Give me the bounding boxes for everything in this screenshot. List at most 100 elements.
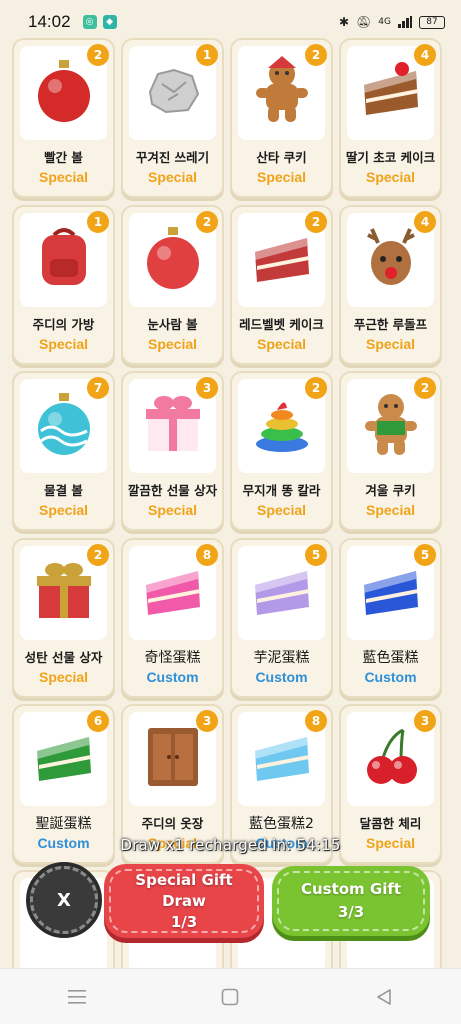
count-badge: 2	[414, 377, 436, 399]
wave-ornament-icon	[33, 391, 95, 461]
navigation-bar	[0, 968, 461, 1024]
recharge-timer: Draw x1 recharged in: 54:15	[120, 836, 341, 854]
custom-gift-label: Custom Gift	[300, 880, 402, 898]
gift-name: 芋泥蛋糕	[253, 650, 310, 666]
red-velvet-cake-icon	[249, 228, 315, 292]
taro-cake-icon	[249, 561, 315, 625]
gift-name: 주디의 옷장	[141, 816, 204, 831]
gift-name: 성탄 선물 상자	[24, 650, 103, 665]
gift-name: 달콤한 체리	[359, 816, 422, 831]
gift-card[interactable]: 7 물결 볼 Special	[12, 371, 115, 531]
status-icons: ✱ 🔕︎ 4G 87	[339, 15, 445, 29]
gift-name: 聖誕蛋糕	[35, 816, 92, 832]
gift-name: 딸기 초코 케이크	[345, 150, 436, 165]
gift-type: Special	[365, 336, 416, 352]
gift-name: 물결 볼	[44, 483, 83, 498]
count-badge: 3	[196, 377, 218, 399]
count-badge: 3	[196, 710, 218, 732]
special-draw-count: 1/3	[170, 912, 198, 931]
count-badge: 2	[305, 377, 327, 399]
item-grid: 2 빨간 볼 Special 1 꾸겨진 쓰레기 Special 2 산타 쿠키 Special…	[12, 38, 449, 970]
gift-box-icon	[142, 393, 204, 459]
gift-card[interactable]: 5 藍色蛋糕 Custom	[339, 538, 442, 698]
count-badge: 7	[87, 377, 109, 399]
gift-type: Special	[38, 502, 89, 518]
network-label: 4G	[378, 17, 391, 27]
menu-icon[interactable]	[57, 982, 97, 1012]
light-blue-cake-icon	[249, 727, 315, 791]
christmas-cake-icon	[31, 727, 97, 791]
red-ornament-icon	[33, 58, 95, 128]
gift-type: Special	[38, 669, 89, 685]
home-icon[interactable]	[210, 982, 250, 1012]
gift-card[interactable]: 2 겨울 쿠키 Special	[339, 371, 442, 531]
app-notification-icon: ◎	[82, 15, 97, 29]
gift-card[interactable]: 1 주디의 가방 Special	[12, 205, 115, 365]
count-badge: 2	[87, 44, 109, 66]
cherry-icon	[361, 726, 421, 792]
gift-card[interactable]: 3 깔끔한 선물 상자 Special	[121, 371, 224, 531]
gift-card[interactable]: 2 성탄 선물 상자 Special	[12, 538, 115, 698]
close-button[interactable]: X	[26, 862, 102, 938]
count-badge: 5	[414, 544, 436, 566]
gift-type: Custom	[364, 669, 417, 685]
gift-card[interactable]: 2 무지개 똥 칼라 Special	[230, 371, 333, 531]
gift-name: 주디의 가방	[32, 317, 95, 332]
gift-card[interactable]: 2 레드벨벳 케이크 Special	[230, 205, 333, 365]
red-backpack-icon	[36, 225, 92, 295]
gift-name: 奇怪蛋糕	[144, 650, 201, 666]
gift-name: 藍色蛋糕	[362, 650, 419, 666]
count-badge: 8	[305, 710, 327, 732]
gift-type: Special	[38, 336, 89, 352]
gift-name: 산타 쿠키	[256, 150, 307, 165]
gift-type: Special	[365, 169, 416, 185]
gift-card[interactable]: 4 딸기 초코 케이크 Special	[339, 38, 442, 198]
christmas-gift-icon	[33, 560, 95, 626]
count-badge: 2	[196, 211, 218, 233]
count-badge: 8	[196, 544, 218, 566]
count-badge: 1	[196, 44, 218, 66]
mute-icon: 🔕︎	[356, 15, 372, 29]
close-label: X	[57, 889, 71, 911]
gift-type: Special	[256, 169, 307, 185]
snowman-ornament-icon	[142, 225, 204, 295]
gift-type: Custom	[255, 669, 308, 685]
crumpled-paper-icon	[144, 66, 202, 120]
special-draw-label: Draw	[162, 891, 206, 910]
battery-icon: 87	[419, 15, 445, 29]
custom-gift-count: 3/3	[337, 903, 365, 921]
count-badge: 2	[305, 44, 327, 66]
gift-card[interactable]: 8 奇怪蛋糕 Custom	[121, 538, 224, 698]
gift-name: 藍色蛋糕2	[249, 816, 314, 832]
reindeer-icon	[358, 225, 424, 295]
gift-name: 꾸겨진 쓰레기	[135, 150, 210, 165]
gift-name: 눈사람 볼	[147, 317, 198, 332]
gingerbread-icon	[361, 389, 421, 463]
status-time: 14:02	[28, 12, 71, 31]
gift-card[interactable]: 2 산타 쿠키 Special	[230, 38, 333, 198]
back-icon[interactable]	[364, 982, 404, 1012]
blue-cake-icon	[358, 561, 424, 625]
count-badge: 2	[305, 211, 327, 233]
count-badge: 1	[87, 211, 109, 233]
bluetooth-icon: ✱	[339, 15, 350, 29]
gift-card[interactable]: 2 빨간 볼 Special	[12, 38, 115, 198]
gift-card[interactable]: 2 눈사람 볼 Special	[121, 205, 224, 365]
gift-card[interactable]: 5 芋泥蛋糕 Custom	[230, 538, 333, 698]
count-badge: 5	[305, 544, 327, 566]
strawberry-cake-icon	[358, 61, 424, 125]
count-badge: 3	[414, 710, 436, 732]
pink-cake-icon	[140, 561, 206, 625]
chat-notification-icon: ◆	[102, 15, 117, 29]
gift-type: Special	[147, 502, 198, 518]
special-gift-draw-button[interactable]: Special Gift Draw 1/3	[104, 864, 264, 938]
battery-level: 87	[426, 17, 438, 27]
gift-type: Special	[38, 169, 89, 185]
gift-type: Special	[256, 336, 307, 352]
gift-card[interactable]: 1 꾸겨진 쓰레기 Special	[121, 38, 224, 198]
gift-type: Custom	[146, 669, 199, 685]
custom-gift-button[interactable]: Custom Gift 3/3	[272, 866, 430, 936]
gift-card[interactable]: 4 푸근한 루돌프 Special	[339, 205, 442, 365]
gift-name: 레드벨벳 케이크	[239, 317, 324, 332]
gift-type: Special	[147, 169, 198, 185]
